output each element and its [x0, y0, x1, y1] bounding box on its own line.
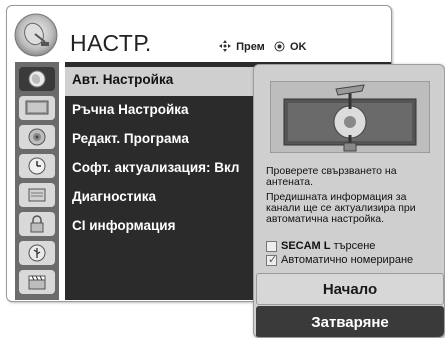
auto-numbering-option[interactable]: ✓ Автоматично номериране	[266, 254, 413, 266]
clapperboard-icon	[28, 275, 46, 290]
close-button[interactable]: Затваряне	[256, 306, 444, 337]
auto-tuning-dialog: Проверете свързването на антената. Преди…	[253, 64, 445, 338]
hint-ok-label: OK	[289, 41, 307, 54]
usb-icon	[28, 244, 46, 262]
clock-icon	[28, 157, 46, 175]
connection-check-text: Проверете свързването на антената.	[266, 165, 397, 188]
secam-strong-label: SECAM L	[281, 240, 331, 252]
sidebar-item-usb[interactable]	[19, 241, 55, 265]
secam-search-option[interactable]: SECAM L търсене	[266, 240, 375, 252]
page-title: НАСТР.	[70, 30, 152, 56]
sidebar-item-picture[interactable]	[19, 96, 55, 120]
move-arrows-icon	[219, 40, 231, 55]
secam-search-checkbox[interactable]	[266, 240, 277, 252]
secam-rest-label: търсене	[333, 240, 376, 252]
sidebar-item-time[interactable]	[19, 154, 55, 178]
sidebar-item-option[interactable]	[19, 183, 55, 207]
checkmark-icon: ✓	[268, 253, 278, 266]
ok-button-icon	[274, 41, 285, 55]
auto-numbering-label: Автоматично номериране	[281, 254, 414, 266]
menu-item-diagnostics[interactable]: Диагностика	[72, 189, 156, 204]
menu-item-auto-tuning[interactable]: Авт. Настройка	[72, 72, 173, 87]
hint-move-label: Прем	[236, 41, 265, 54]
input-icon	[28, 188, 46, 202]
sidebar-item-lock[interactable]	[19, 212, 55, 236]
sidebar	[15, 62, 59, 300]
menu-item-manual-tuning[interactable]: Ръчна Настройка	[72, 102, 189, 117]
update-info-text: Предишната информация за канали ще се ак…	[266, 191, 416, 225]
menu-header: НАСТР. Прем OK	[7, 6, 391, 61]
tv-osd: НАСТР. Прем OK Авт. Настройка Ръчна Наст…	[0, 0, 445, 338]
sidebar-item-audio[interactable]	[19, 125, 55, 149]
menu-item-program-edit[interactable]: Редакт. Програма	[72, 131, 189, 146]
satellite-dish-icon	[13, 12, 59, 58]
antenna-connection-icon	[269, 80, 431, 158]
sidebar-item-setup[interactable]	[19, 67, 55, 91]
menu-item-software-update[interactable]: Софт. актуализация: Вкл	[72, 160, 240, 175]
lock-icon	[30, 215, 44, 233]
menu-item-ci-info[interactable]: CI информация	[72, 218, 175, 233]
start-button[interactable]: Начало	[256, 273, 444, 305]
tv-screen-icon	[25, 100, 49, 115]
satellite-dish-icon	[28, 70, 46, 88]
auto-numbering-checkbox[interactable]: ✓	[266, 253, 278, 266]
navigation-hint: Прем OK	[219, 40, 306, 55]
speaker-icon	[28, 128, 46, 146]
sidebar-item-movie[interactable]	[19, 270, 55, 294]
